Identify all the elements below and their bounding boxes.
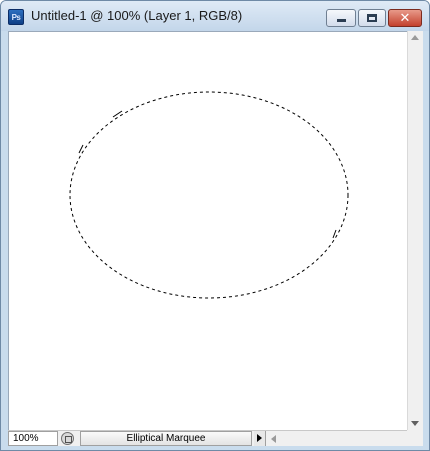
maximize-icon	[367, 14, 377, 22]
minimize-icon	[337, 19, 346, 22]
horizontal-scrollbar[interactable]	[266, 431, 423, 446]
photoshop-document-icon[interactable]: Ps	[8, 9, 24, 25]
document-window: Ps Untitled-1 @ 100% (Layer 1, RGB/8) ✕ …	[0, 0, 430, 451]
vertical-scrollbar[interactable]	[407, 31, 423, 430]
zoom-level-field[interactable]: 100%	[8, 431, 58, 446]
marquee-gap	[301, 243, 328, 270]
maximize-button[interactable]	[358, 9, 386, 27]
scroll-up-icon[interactable]	[411, 35, 419, 40]
scroll-down-icon[interactable]	[411, 421, 419, 426]
title-bar[interactable]: Ps Untitled-1 @ 100% (Layer 1, RGB/8) ✕	[1, 1, 429, 31]
marquee-segment	[112, 110, 123, 118]
window-title: Untitled-1 @ 100% (Layer 1, RGB/8)	[31, 8, 243, 23]
status-info-icon[interactable]	[61, 432, 74, 445]
document-canvas[interactable]	[8, 31, 407, 430]
status-menu-arrow-icon[interactable]	[254, 431, 266, 446]
canvas-svg	[69, 91, 349, 299]
scroll-left-icon[interactable]	[271, 435, 276, 443]
current-tool-label[interactable]: Elliptical Marquee	[80, 431, 252, 446]
scrollbar-corner	[407, 430, 423, 446]
marquee-gap	[75, 125, 95, 152]
minimize-button[interactable]	[326, 9, 356, 27]
close-button[interactable]: ✕	[388, 9, 422, 27]
status-bar: 100% Elliptical Marquee	[8, 430, 423, 446]
close-icon: ✕	[399, 10, 411, 25]
